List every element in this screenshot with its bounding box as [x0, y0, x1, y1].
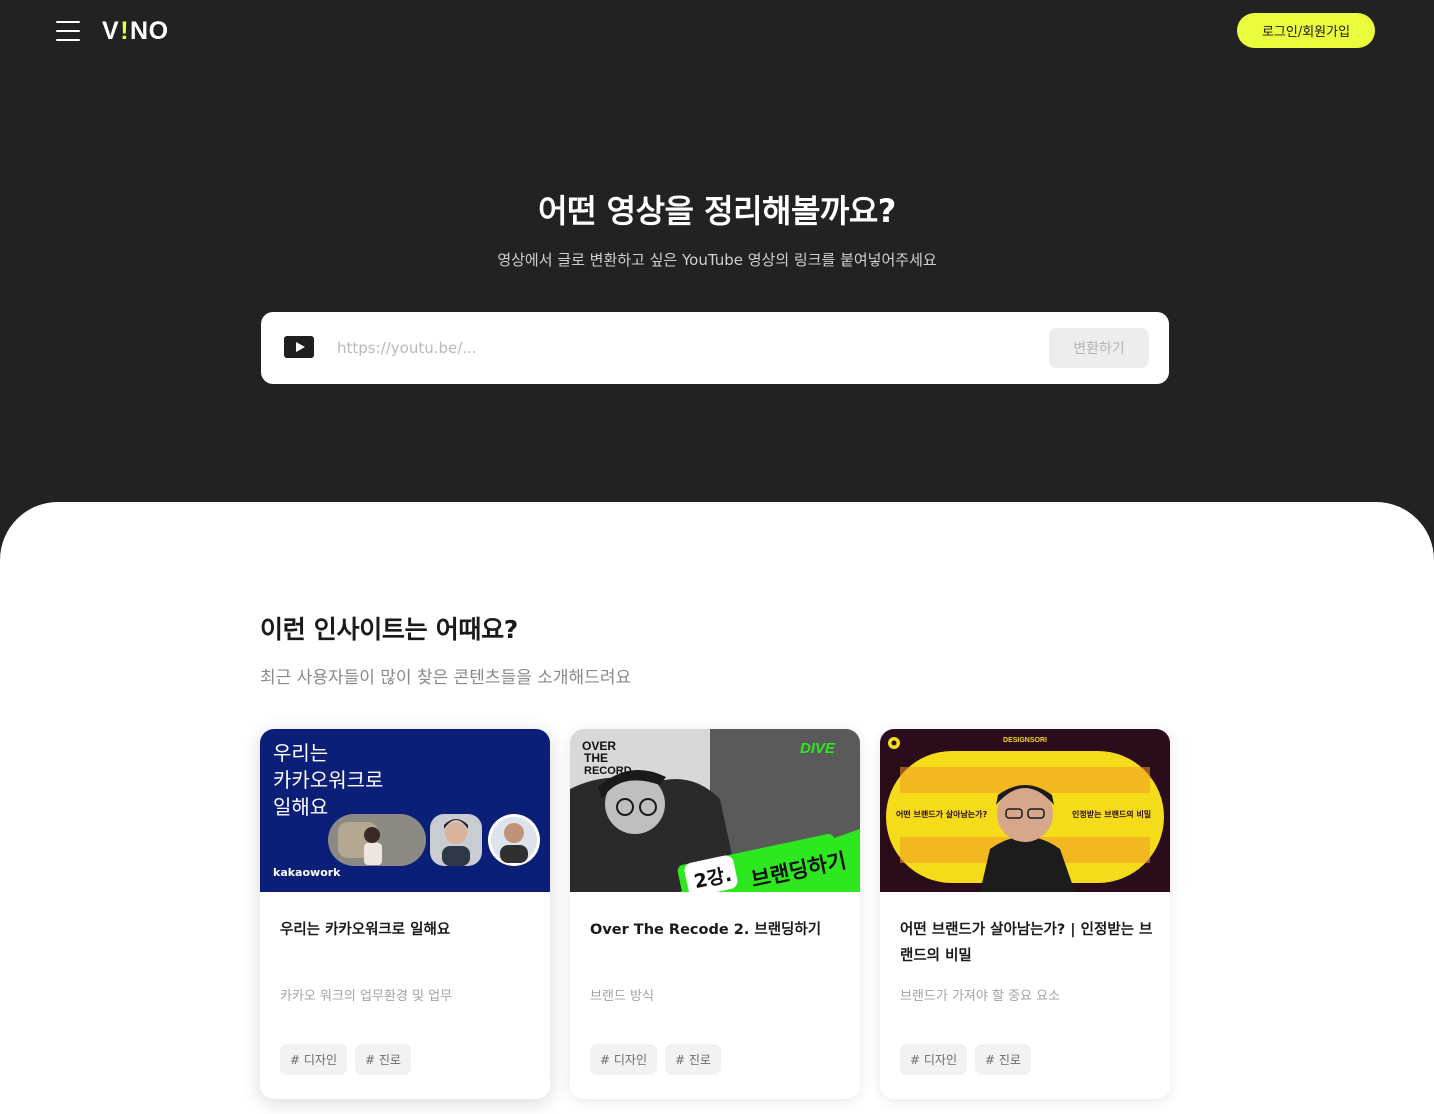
over-the-record-thumbnail-image: OVER THE RECORD DIVE 2강. 브랜딩하기 — [570, 729, 860, 892]
hero-title: 어떤 영상을 정리해볼까요? — [538, 192, 896, 230]
thumb-text-line2: 카카오워크로 — [273, 768, 383, 792]
card-tags: # 디자인 # 진로 — [590, 1044, 721, 1075]
section-subtitle: 최근 사용자들이 많이 찾은 콘텐츠들을 소개해드려요 — [260, 668, 632, 688]
thumb-dive-text: DIVE — [800, 740, 836, 757]
tag-career[interactable]: # 진로 — [355, 1044, 411, 1075]
hamburger-menu-icon[interactable] — [56, 19, 80, 43]
login-signup-button[interactable]: 로그인/회원가입 — [1237, 13, 1375, 48]
card-title: Over The Recode 2. 브랜딩하기 — [590, 922, 822, 938]
card-title: 우리는 카카오워크로 일해요 — [280, 922, 451, 938]
kakaowork-thumbnail-image: 우리는 카카오워크로 일해요 kakaowork — [260, 729, 550, 892]
card-description: 브랜드 방식 — [590, 989, 654, 1004]
card-thumbnail: OVER THE RECORD DIVE 2강. 브랜딩하기 — [570, 729, 860, 892]
hero-section: V! NO 로그인/회원가입 어떤 영상을 정리해볼까요? 영상에서 글로 변환하… — [0, 0, 1434, 560]
section-title: 이런 인사이트는 어때요? — [260, 615, 519, 644]
logo-mark: ! — [120, 16, 130, 45]
card-tags: # 디자인 # 진로 — [900, 1044, 1031, 1075]
thumb-right-caption: 인정받는 브랜드의 비밀 — [1072, 809, 1151, 819]
thumb-record-text: RECORD — [584, 765, 632, 777]
designsori-thumbnail-image: DESIGNSORI 어떤 브랜드가 살아남는가? 인정받는 브랜드의 비밀 — [880, 729, 1170, 892]
card-description: 카카오 워크의 업무환경 및 업무 — [280, 989, 453, 1004]
card-thumbnail: DESIGNSORI 어떤 브랜드가 살아남는가? 인정받는 브랜드의 비밀 — [880, 729, 1170, 892]
kakaowork-brand-text: kakaowork — [273, 866, 341, 879]
card-thumbnail: 우리는 카카오워크로 일해요 kakaowork — [260, 729, 550, 892]
card-tags: # 디자인 # 진로 — [280, 1044, 411, 1075]
youtube-url-input[interactable] — [337, 332, 1037, 364]
thumb-left-caption: 어떤 브랜드가 살아남는가? — [896, 809, 988, 819]
logo-text-left: V — [102, 16, 120, 45]
card-title: 어떤 브랜드가 살아남는가? | 인정받는 브랜드의 비밀 — [900, 922, 1153, 964]
thumb-text-line1: 우리는 — [273, 741, 328, 765]
convert-button[interactable]: 변환하기 — [1049, 328, 1149, 368]
youtube-play-icon — [284, 336, 314, 358]
thumb-the-text: THE — [584, 751, 608, 765]
tag-design[interactable]: # 디자인 — [280, 1044, 347, 1075]
url-input-box: 변환하기 — [261, 312, 1169, 384]
content-card-over-the-record[interactable]: OVER THE RECORD DIVE 2강. 브랜딩하기 Over The … — [570, 729, 860, 1099]
content-card-kakaowork[interactable]: 우리는 카카오워크로 일해요 kakaowork 우리는 카카오워크로 일해요 … — [260, 729, 550, 1099]
tag-design[interactable]: # 디자인 — [590, 1044, 657, 1075]
content-card-brand-survival[interactable]: DESIGNSORI 어떤 브랜드가 살아남는가? 인정받는 브랜드의 비밀 어… — [880, 729, 1170, 1099]
thumb-brand-text: DESIGNSORI — [1003, 737, 1047, 744]
card-description: 브랜드가 가져야 할 중요 요소 — [900, 989, 1061, 1004]
insights-section: 이런 인사이트는 어때요? 최근 사용자들이 많이 찾은 콘텐츠들을 소개해드려… — [0, 502, 1434, 1114]
tag-career[interactable]: # 진로 — [975, 1044, 1031, 1075]
hero-subtitle: 영상에서 글로 변환하고 싶은 YouTube 영상의 링크를 붙여넣어주세요 — [497, 251, 937, 269]
tag-career[interactable]: # 진로 — [665, 1044, 721, 1075]
tag-design[interactable]: # 디자인 — [900, 1044, 967, 1075]
vino-logo[interactable]: V! NO — [102, 16, 169, 46]
logo-text-right: NO — [130, 16, 169, 45]
thumb-text-line3: 일해요 — [273, 795, 328, 819]
